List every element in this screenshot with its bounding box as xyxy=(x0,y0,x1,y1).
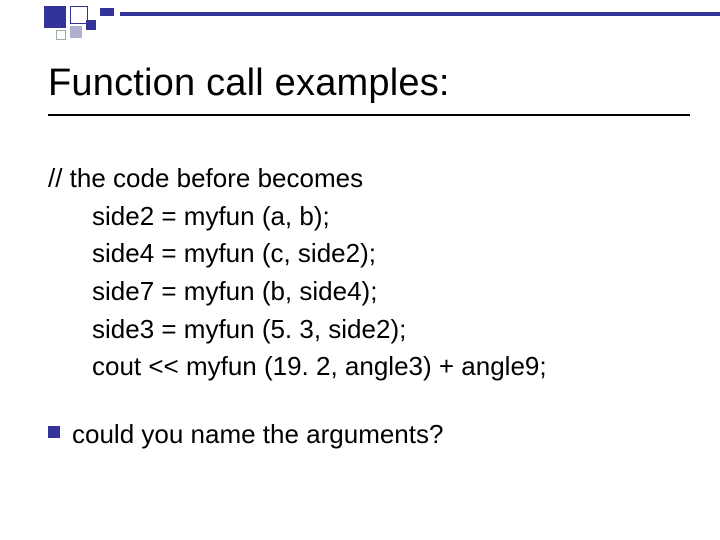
deco-square xyxy=(44,6,66,28)
bullet-square-icon xyxy=(48,426,60,438)
code-line: side2 = myfun (a, b); xyxy=(48,198,680,236)
slide-title: Function call examples: xyxy=(48,62,450,105)
code-line: side4 = myfun (c, side2); xyxy=(48,235,680,273)
deco-square xyxy=(56,30,66,40)
deco-square xyxy=(70,26,82,38)
code-line: side3 = myfun (5. 3, side2); xyxy=(48,311,680,349)
top-rule xyxy=(120,12,720,16)
deco-square xyxy=(100,8,114,16)
slide: Function call examples: // the code befo… xyxy=(0,0,720,540)
title-underline xyxy=(48,114,690,116)
bullet-text: could you name the arguments? xyxy=(72,416,443,454)
deco-square xyxy=(86,20,96,30)
bullet-item: could you name the arguments? xyxy=(48,416,680,454)
code-comment: // the code before becomes xyxy=(48,160,680,198)
code-line: side7 = myfun (b, side4); xyxy=(48,273,680,311)
code-line: cout << myfun (19. 2, angle3) + angle9; xyxy=(48,348,680,386)
slide-body: // the code before becomes side2 = myfun… xyxy=(48,160,680,454)
corner-decoration xyxy=(0,0,120,50)
